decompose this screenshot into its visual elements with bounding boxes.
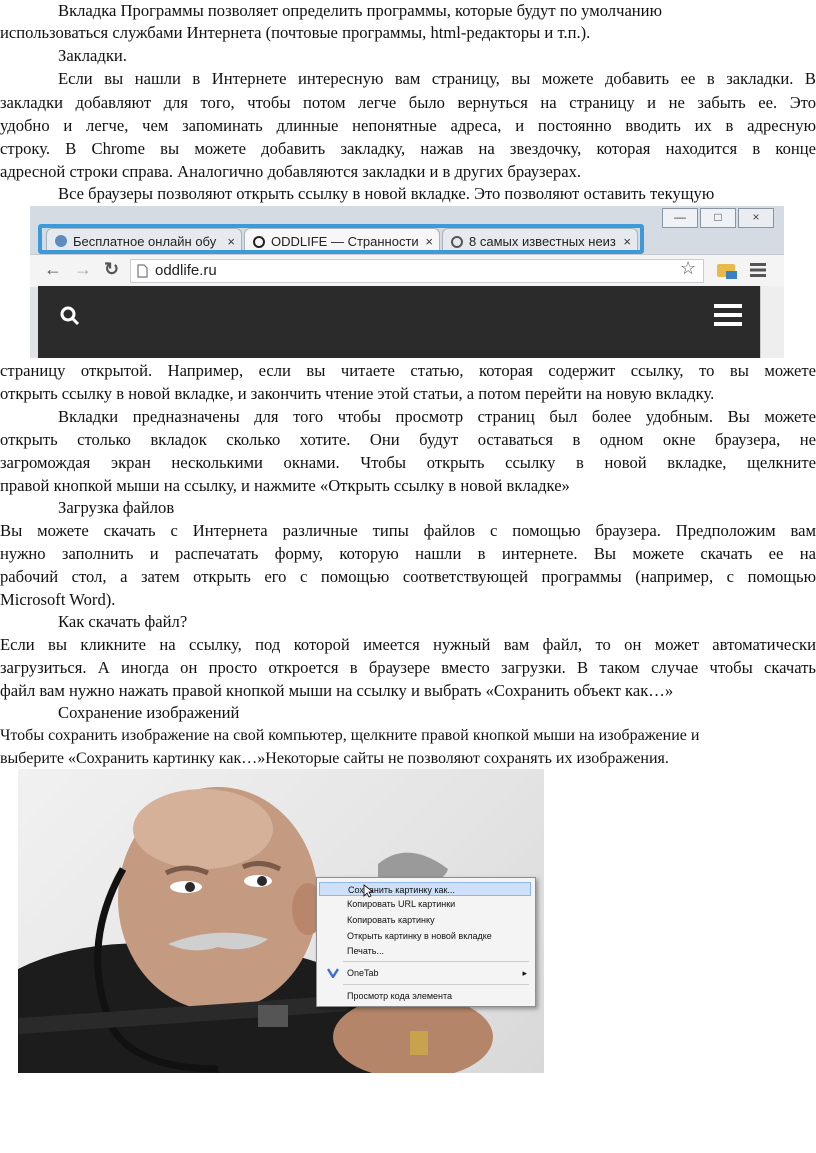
paragraph-line: открыть столько вкладок сколько хотите. … xyxy=(0,430,816,449)
scrollbar[interactable] xyxy=(760,286,784,358)
paragraph-line: открыть ссылку в новой вкладке, и законч… xyxy=(0,384,715,403)
menu-separator xyxy=(343,961,529,962)
minimize-icon[interactable]: — xyxy=(662,208,698,228)
paragraph-line: правой кнопкой мыши на ссылку, и нажмите… xyxy=(0,476,570,495)
paragraph-line: нужно заполнить и распечатать форму, кот… xyxy=(0,544,816,563)
heading-how-to-download: Как скачать файл? xyxy=(58,612,188,631)
search-icon[interactable] xyxy=(60,306,80,326)
menu-item-save-image[interactable]: Сохранить картинку как... xyxy=(319,882,531,896)
heading-download: Загрузка файлов xyxy=(58,498,175,517)
paragraph-line: адресной строки справа. Аналогично добав… xyxy=(0,162,582,181)
paragraph-line: Чтобы сохранить изображение на свой комп… xyxy=(0,727,700,744)
paragraph-line: закладки добавляют для того, чтобы потом… xyxy=(0,93,816,112)
window-controls: — □ × xyxy=(662,208,774,228)
paragraph-line: удобно и легче, чем запоминать длинные н… xyxy=(0,116,816,135)
menu-item-inspect-element[interactable]: Просмотр кода элемента xyxy=(319,989,531,1003)
menu-item-copy-image[interactable]: Копировать картинку xyxy=(319,913,531,927)
paragraph-line: рабочий стол, а затем открыть его с помо… xyxy=(0,567,816,586)
heading-bookmarks: Закладки. xyxy=(58,46,127,65)
hamburger-menu-icon[interactable] xyxy=(714,304,742,326)
paragraph-line: загромождая экран несколькими окнами. Чт… xyxy=(0,453,816,472)
mouse-cursor-icon xyxy=(363,884,373,898)
paragraph-line: Если вы кликните на ссылку, под которой … xyxy=(0,635,816,654)
browser-toolbar: ← → ↻ oddlife.ru ☆ xyxy=(30,254,784,287)
back-arrow-icon[interactable]: ← xyxy=(44,259,62,280)
submenu-arrow-icon: ▸ xyxy=(522,968,527,978)
paragraph-line: Вкладки предназначены для того чтобы про… xyxy=(58,407,816,426)
paragraph-line: Microsoft Word). xyxy=(0,590,116,609)
cast-extension-icon[interactable] xyxy=(716,261,738,281)
paragraph-line: страницу открытой. Например, если вы чит… xyxy=(0,361,816,380)
context-menu: Сохранить картинку как... Копировать URL… xyxy=(316,877,536,1007)
tabs-highlight-frame xyxy=(38,224,644,254)
forward-arrow-icon[interactable]: → xyxy=(74,259,92,280)
paragraph-line: Если вы нашли в Интернете интересную вам… xyxy=(58,69,816,88)
close-window-icon[interactable]: × xyxy=(738,208,774,228)
address-bar[interactable]: oddlife.ru xyxy=(130,259,704,283)
menu-icon[interactable] xyxy=(750,263,766,277)
paragraph-line: использоваться службами Интернета (почто… xyxy=(0,23,591,42)
paragraph-line: загрузиться. А иногда он просто откроетс… xyxy=(0,658,816,677)
paragraph-line: выберите «Сохранить картинку как…»Некото… xyxy=(0,750,669,767)
paragraph-line: Вы можете скачать с Интернета различные … xyxy=(0,521,816,540)
bookmark-star-icon[interactable]: ☆ xyxy=(680,258,696,279)
browser-screenshot: — □ × Бесплатное онлайн обу × ODDLIFE — … xyxy=(30,206,784,358)
menu-item-open-image-new-tab[interactable]: Открыть картинку в новой вкладке xyxy=(319,929,531,943)
menu-item-print[interactable]: Печать... xyxy=(319,944,531,958)
menu-item-onetab[interactable]: OneTab xyxy=(319,966,531,980)
heading-save-images: Сохранение изображений xyxy=(58,703,240,722)
maximize-icon[interactable]: □ xyxy=(700,208,736,228)
paragraph-line: строку. В Chrome вы можете добавить закл… xyxy=(0,139,816,158)
reload-icon[interactable]: ↻ xyxy=(104,259,119,280)
paragraph-line: Все браузеры позволяют открыть ссылку в … xyxy=(58,184,715,203)
paragraph-line: Вкладка Программы позволяет определить п… xyxy=(58,1,662,20)
address-text: oddlife.ru xyxy=(155,262,217,279)
paragraph-line: файл вам нужно нажать правой кнопкой мыш… xyxy=(0,681,674,700)
menu-item-copy-image-url[interactable]: Копировать URL картинки xyxy=(319,897,531,911)
example-photo: Сохранить картинку как... Копировать URL… xyxy=(18,769,544,1073)
site-header-bar xyxy=(38,286,760,358)
menu-separator xyxy=(343,984,529,985)
page-icon xyxy=(137,264,148,278)
